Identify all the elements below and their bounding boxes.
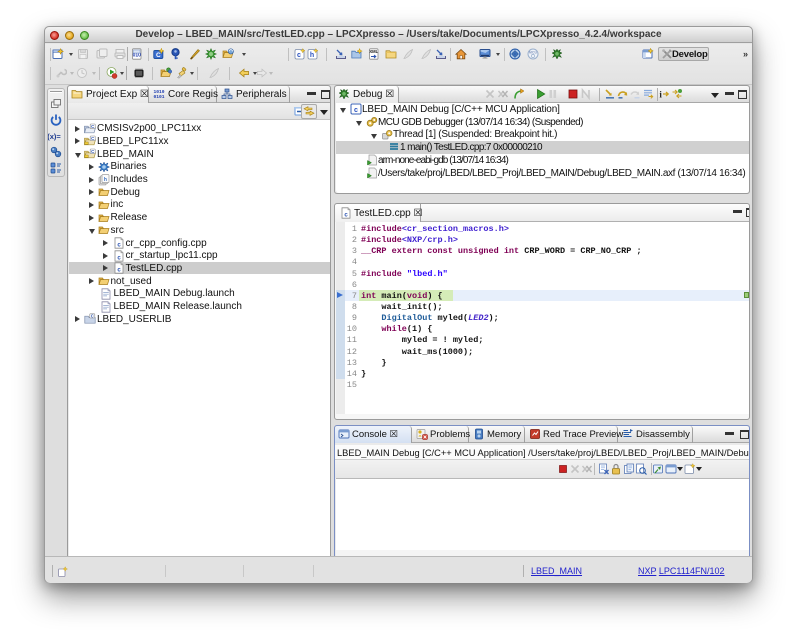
svg-text:C: C [91,313,94,318]
svg-text:0101: 0101 [153,94,164,100]
svg-text:MCU: MCU [529,51,538,55]
svg-text:i: i [659,90,662,100]
svg-text:C: C [156,52,161,59]
svg-text:(x)=: (x)= [48,132,61,141]
svg-text:c: c [354,107,358,114]
svg-text:XML: XML [369,49,378,54]
svg-text:010: 010 [133,53,142,59]
svg-text:h: h [103,176,106,182]
svg-text:h: h [310,52,314,59]
svg-text:c: c [297,52,301,59]
